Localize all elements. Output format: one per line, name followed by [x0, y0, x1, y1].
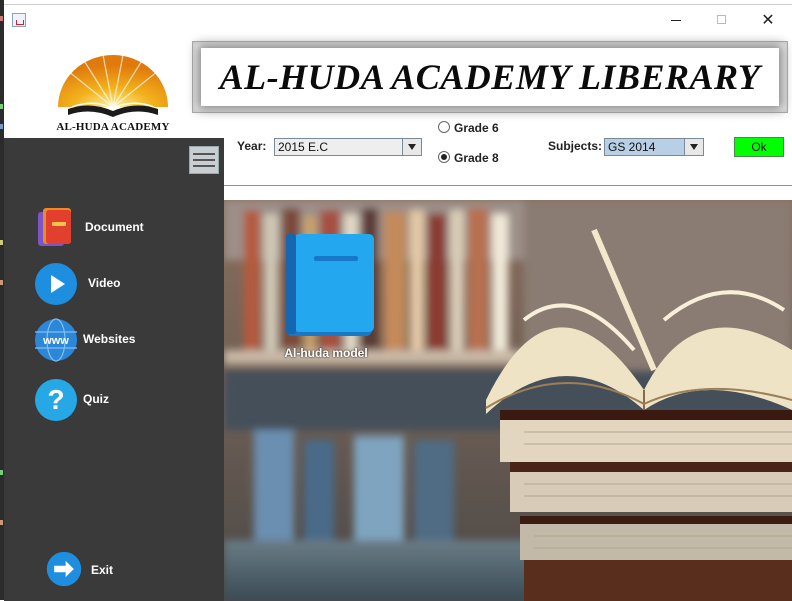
grade-8-label[interactable]: Grade 8: [454, 151, 499, 165]
question-icon: ?: [35, 379, 77, 421]
year-dropdown[interactable]: 2015 E.C: [274, 138, 422, 156]
year-value: 2015 E.C: [278, 140, 329, 154]
sidebar-item-label: Websites: [83, 332, 136, 346]
maximize-button[interactable]: [699, 5, 745, 35]
svg-text:www: www: [42, 335, 69, 347]
library-banner: AL-HUDA ACADEMY LIBERARY: [192, 41, 788, 113]
grade-8-radio[interactable]: [438, 151, 450, 163]
banner-title: AL-HUDA ACADEMY LIBERARY: [219, 57, 761, 97]
year-label: Year:: [237, 139, 267, 153]
subjects-label: Subjects:: [548, 139, 603, 153]
exit-arrow-icon: [46, 551, 82, 587]
exit-button[interactable]: Exit: [46, 551, 206, 597]
minimize-button[interactable]: [653, 5, 699, 35]
sidebar-item-label: Quiz: [83, 392, 109, 406]
chevron-down-icon[interactable]: [402, 139, 421, 155]
play-icon: [35, 263, 77, 305]
app-window: ✕ AL-HUDA ACADEMY AL-HUDA ACADEMY LIBERA…: [4, 4, 792, 601]
header-divider: [224, 185, 792, 186]
sidebar: Document Video www Websites ? Quiz Exit: [4, 138, 224, 601]
banner-panel: AL-HUDA ACADEMY LIBERARY: [201, 48, 779, 106]
www-globe-icon: www: [35, 318, 77, 362]
academy-logo: AL-HUDA ACADEMY: [48, 51, 178, 139]
main-content: Al-huda model: [224, 200, 792, 601]
title-bar[interactable]: ✕: [4, 5, 792, 35]
subjects-value: GS 2014: [608, 140, 656, 154]
sidebar-item-label: Document: [85, 220, 144, 234]
sidebar-item-video[interactable]: Video: [34, 262, 194, 308]
document-icon: [38, 208, 71, 246]
subjects-dropdown[interactable]: GS 2014: [604, 138, 704, 156]
sunrise-book-logo-icon: [58, 54, 168, 117]
svg-text:?: ?: [47, 384, 64, 415]
grade-6-label[interactable]: Grade 6: [454, 121, 499, 135]
exit-label: Exit: [91, 563, 114, 577]
sidebar-item-quiz[interactable]: ? Quiz: [34, 378, 194, 424]
blue-book-icon: [286, 234, 374, 336]
ok-button[interactable]: Ok: [734, 137, 784, 157]
content-item-al-huda-model[interactable]: Al-huda model: [276, 232, 374, 362]
content-item-label: Al-huda model: [284, 346, 368, 360]
close-button[interactable]: ✕: [745, 5, 791, 35]
sidebar-item-websites[interactable]: www Websites: [34, 318, 194, 364]
logo-caption: AL-HUDA ACADEMY: [56, 121, 170, 133]
java-app-icon[interactable]: [12, 13, 26, 27]
sidebar-item-label: Video: [88, 276, 121, 290]
hamburger-menu-icon[interactable]: [189, 146, 219, 174]
chevron-down-icon[interactable]: [684, 139, 703, 155]
sidebar-item-document[interactable]: Document: [34, 206, 194, 252]
grade-6-radio[interactable]: [438, 121, 450, 133]
